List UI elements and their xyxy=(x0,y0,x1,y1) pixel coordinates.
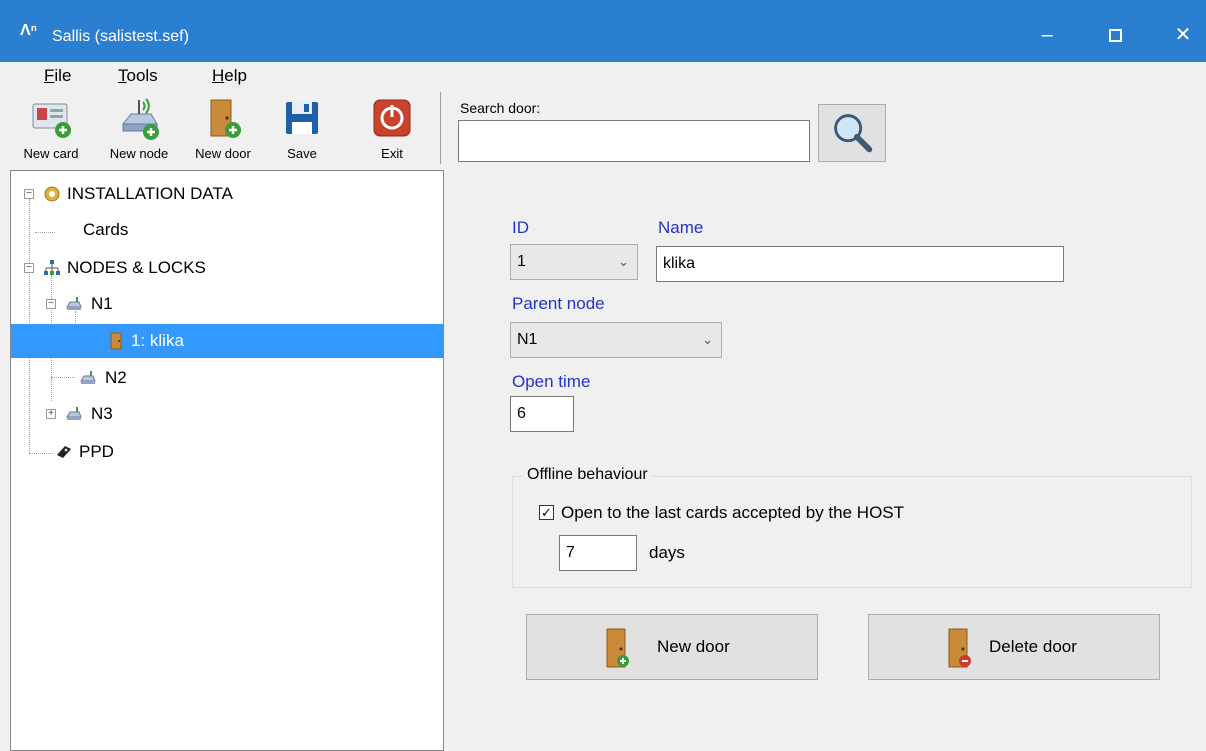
door-delete-icon xyxy=(948,628,971,668)
menu-help[interactable]: Help xyxy=(212,66,247,86)
menu-tools-accel: T xyxy=(118,66,127,85)
save-button[interactable]: Save xyxy=(270,90,334,170)
new-node-icon xyxy=(121,98,159,140)
collapse-icon[interactable]: − xyxy=(24,189,34,199)
gear-icon xyxy=(44,186,60,202)
node-device-icon xyxy=(66,407,82,420)
tree-label-installation-data: INSTALLATION DATA xyxy=(67,184,233,203)
new-card-label: New card xyxy=(23,146,79,161)
minimize-button[interactable]: – xyxy=(1024,18,1070,52)
door-add-icon xyxy=(210,99,241,138)
exit-label: Exit xyxy=(381,146,403,161)
menu-tools[interactable]: Tools xyxy=(118,66,158,86)
id-value: 1 xyxy=(517,253,526,270)
offline-behaviour-legend: Offline behaviour xyxy=(523,466,652,484)
tree-item-door-klika[interactable]: 1: klika xyxy=(11,324,443,358)
new-node-label: New node xyxy=(109,146,169,161)
tree-item-nodes-locks[interactable]: − NODES & LOCKS xyxy=(11,251,443,285)
new-card-icon xyxy=(32,103,71,138)
offline-behaviour-group: Offline behaviour ✓ Open to the last car… xyxy=(512,466,1192,588)
tree-label-door-klika: 1: klika xyxy=(131,331,184,350)
window-title: Sallis (salistest.sef) xyxy=(52,28,189,45)
parent-node-value: N1 xyxy=(517,331,538,348)
maximize-button[interactable] xyxy=(1092,18,1138,52)
floppy-disk-icon xyxy=(286,102,318,134)
new-door-button[interactable]: New door xyxy=(526,614,818,680)
tree-label-n3: N3 xyxy=(91,404,113,423)
main-window: Λⁿ Sallis (salistest.sef) – ✕ File Tools… xyxy=(0,0,1206,751)
name-input[interactable]: klika xyxy=(656,246,1064,282)
tree-view[interactable]: − INSTALLATION DATA Cards − NODES & LOCK… xyxy=(10,170,444,751)
offline-days-value: 7 xyxy=(566,544,575,561)
search-button[interactable] xyxy=(818,104,886,162)
menu-bar: File Tools Help xyxy=(0,62,1206,88)
collapse-icon[interactable]: − xyxy=(24,263,34,273)
expand-icon[interactable]: + xyxy=(46,409,56,419)
save-label: Save xyxy=(287,146,317,161)
tree-item-cards[interactable]: Cards xyxy=(11,213,443,247)
toolbar-separator xyxy=(440,92,441,164)
exit-button[interactable]: Exit xyxy=(360,90,424,170)
open-time-input[interactable]: 6 xyxy=(510,396,574,432)
close-button[interactable]: ✕ xyxy=(1160,18,1206,52)
maximize-icon xyxy=(1108,29,1122,43)
tree-label-ppd: PPD xyxy=(79,442,114,461)
power-icon xyxy=(373,99,411,137)
new-card-button[interactable]: New card xyxy=(12,90,90,170)
tree-item-n1[interactable]: − N1 xyxy=(11,287,443,321)
menu-file-label: ile xyxy=(54,66,72,85)
title-bar: Λⁿ Sallis (salistest.sef) – ✕ xyxy=(0,0,1206,62)
tree-label-nodes-locks: NODES & LOCKS xyxy=(67,258,206,277)
parent-node-label: Parent node xyxy=(512,294,605,313)
tree-item-ppd[interactable]: PPD xyxy=(11,435,443,469)
tree-item-n2[interactable]: N2 xyxy=(11,361,443,395)
collapse-icon[interactable]: − xyxy=(46,299,56,309)
tree-label-n2: N2 xyxy=(105,368,127,387)
name-label: Name xyxy=(658,218,704,237)
tree-label-n1: N1 xyxy=(91,294,113,313)
door-add-icon xyxy=(606,628,629,668)
menu-help-accel: H xyxy=(212,66,225,85)
app-logo-icon: Λⁿ xyxy=(20,22,38,39)
menu-file[interactable]: File xyxy=(44,66,71,86)
open-time-value: 6 xyxy=(517,405,526,422)
ppd-device-icon xyxy=(57,446,71,458)
menu-tools-label: ools xyxy=(126,66,158,85)
days-label: days xyxy=(649,543,685,562)
tree-item-installation-data[interactable]: − INSTALLATION DATA xyxy=(11,177,443,211)
new-door-toolbar-button[interactable]: New door xyxy=(184,90,262,170)
chevron-down-icon: ⌄ xyxy=(618,254,629,269)
tree-label-cards: Cards xyxy=(83,220,129,239)
menu-file-accel: F xyxy=(44,66,55,85)
new-node-button[interactable]: New node xyxy=(96,90,182,170)
open-time-label: Open time xyxy=(512,372,591,391)
node-device-icon xyxy=(66,297,82,310)
last-cards-checkbox[interactable]: ✓ xyxy=(539,505,554,520)
network-icon xyxy=(44,260,60,275)
delete-door-button[interactable]: Delete door xyxy=(868,614,1160,680)
menu-help-label: elp xyxy=(224,66,247,85)
id-label: ID xyxy=(512,218,529,237)
tree-item-n3[interactable]: + N3 xyxy=(11,397,443,431)
new-door-toolbar-label: New door xyxy=(195,146,251,161)
door-icon xyxy=(110,332,122,350)
node-device-icon xyxy=(80,371,96,384)
name-value: klika xyxy=(663,255,696,272)
magnifier-icon xyxy=(834,114,873,153)
search-label: Search door: xyxy=(460,100,541,116)
id-combo[interactable]: 1 ⌄ xyxy=(510,244,638,280)
toolbar: New card New node New door Save Exit xyxy=(0,90,440,170)
chevron-down-icon: ⌄ xyxy=(702,332,713,347)
last-cards-checkbox-label[interactable]: Open to the last cards accepted by the H… xyxy=(561,503,904,523)
new-door-button-label: New door xyxy=(657,637,730,656)
search-door-input[interactable] xyxy=(458,120,810,162)
delete-door-button-label: Delete door xyxy=(989,637,1077,656)
parent-node-combo[interactable]: N1 ⌄ xyxy=(510,322,722,358)
offline-days-input[interactable]: 7 xyxy=(559,535,637,571)
